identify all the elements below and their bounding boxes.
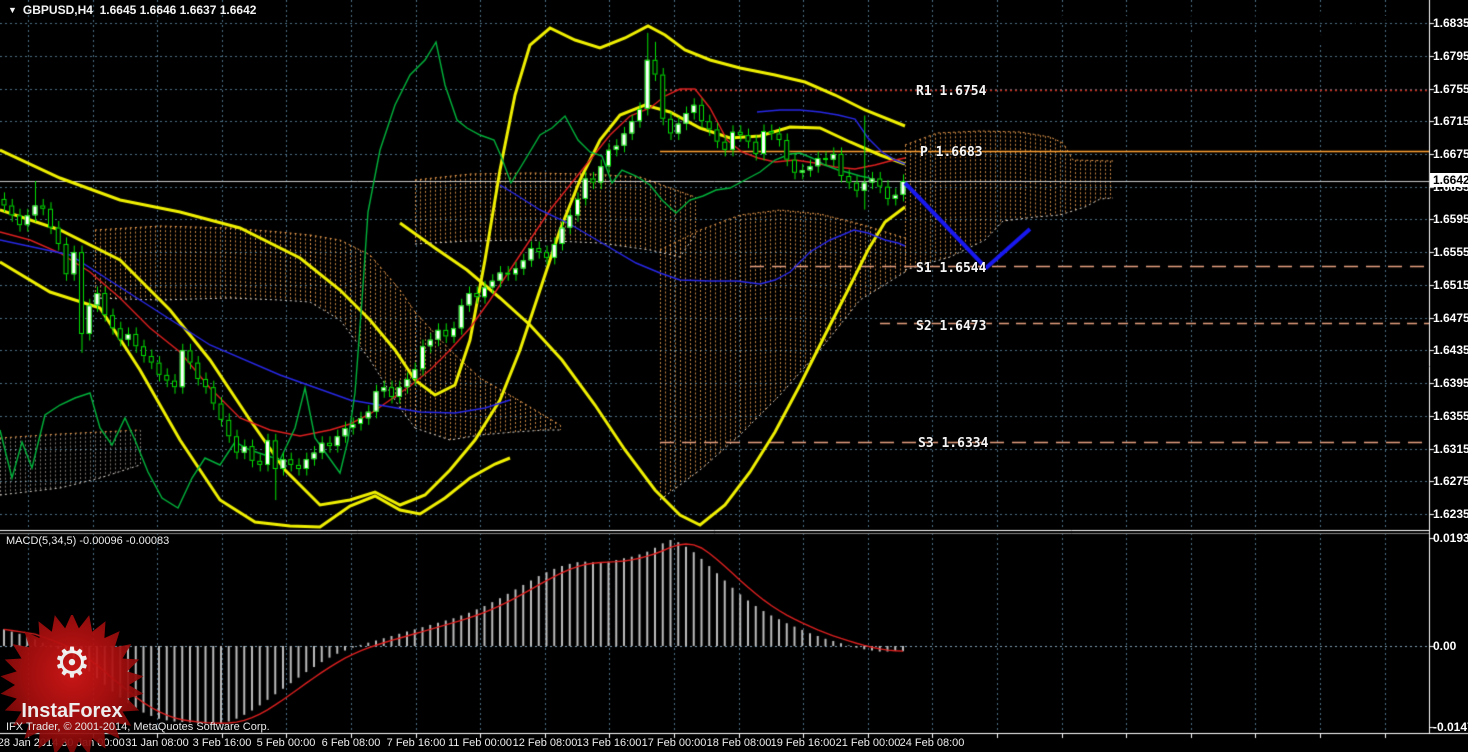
- ohlc-readout: 1.6645 1.6646 1.6637 1.6642: [99, 3, 257, 17]
- pivot-label-s1: S1 1.6544: [916, 261, 987, 276]
- date-tick-label: 24 Feb 08:00: [899, 737, 965, 749]
- date-tick-label: 11 Feb 00:00: [447, 737, 513, 749]
- date-tick-label: 3 Feb 16:00: [192, 737, 252, 749]
- symbol-period-label: GBPUSD,H4: [22, 3, 93, 17]
- price-tick-label: 1.6795: [1433, 49, 1468, 63]
- price-tick-label: 1.6715: [1433, 114, 1468, 128]
- price-tick-label: 1.6515: [1433, 278, 1468, 292]
- macd-tick-label: 0.01934: [1433, 531, 1468, 545]
- annotation-line-ru: Возможные варианты движения цены: [1033, 6, 1397, 27]
- chart-title-bar: ▼ GBPUSD,H4 1.6645 1.6646 1.6637 1.6642: [8, 4, 256, 17]
- pivot-label-s3: S3 1.6334: [918, 436, 989, 451]
- macd-tick-label: -0.01474: [1433, 720, 1468, 734]
- pivot-label-s2: S2 1.6473: [916, 319, 987, 334]
- price-tick-label: 1.6395: [1433, 376, 1468, 390]
- symbol-dropdown-icon[interactable]: ▼: [8, 4, 17, 16]
- annotation-text: Возможные варианты движения цены Possibl…: [990, 5, 1440, 51]
- price-tick-label: 1.6475: [1433, 311, 1468, 325]
- price-tick-label: 1.6435: [1433, 343, 1468, 357]
- date-tick-label: 7 Feb 16:00: [386, 737, 446, 749]
- chart-canvas[interactable]: [0, 0, 1468, 752]
- price-tick-label: 1.6555: [1433, 245, 1468, 259]
- price-tick-label: 1.6675: [1433, 147, 1468, 161]
- date-tick-label: 19 Feb 16:00: [770, 737, 836, 749]
- annotation-line-en: Possible price movement: [1100, 29, 1330, 50]
- macd-indicator-label: MACD(5,34,5) -0.00096 -0.00083: [6, 535, 170, 547]
- date-tick-label: 17 Feb 00:00: [641, 737, 707, 749]
- price-tick-label: 1.6355: [1433, 409, 1468, 423]
- date-tick-label: 13 Feb 16:00: [576, 737, 642, 749]
- price-tick-label: 1.6595: [1433, 212, 1468, 226]
- macd-tick-label: 0.00: [1433, 639, 1457, 653]
- price-tick-label: 1.6315: [1433, 442, 1468, 456]
- price-tick-label: 1.6235: [1433, 507, 1468, 521]
- mt4-chart-window: { "window": { "symbol_period": "GBPUSD,H…: [0, 0, 1468, 752]
- copyright-label: IFX Trader, © 2001-2014, MetaQuotes Soft…: [6, 721, 270, 733]
- date-tick-label: 12 Feb 08:00: [512, 737, 578, 749]
- pivot-label-p: P 1.6683: [920, 145, 983, 160]
- date-tick-label: 18 Feb 08:00: [706, 737, 772, 749]
- instaforex-brand-label: InstaForex: [21, 700, 122, 722]
- price-tick-label: 1.6755: [1433, 82, 1468, 96]
- current-price-tag: 1.6642: [1430, 173, 1468, 187]
- price-tick-label: 1.6835: [1433, 16, 1468, 30]
- date-tick-label: 21 Feb 00:00: [835, 737, 901, 749]
- pivot-label-r1: R1 1.6754: [916, 84, 987, 99]
- date-tick-label: 5 Feb 00:00: [256, 737, 316, 749]
- gear-icon: ⚙: [53, 638, 91, 687]
- price-tick-label: 1.6275: [1433, 474, 1468, 488]
- date-tick-label: 6 Feb 08:00: [321, 737, 381, 749]
